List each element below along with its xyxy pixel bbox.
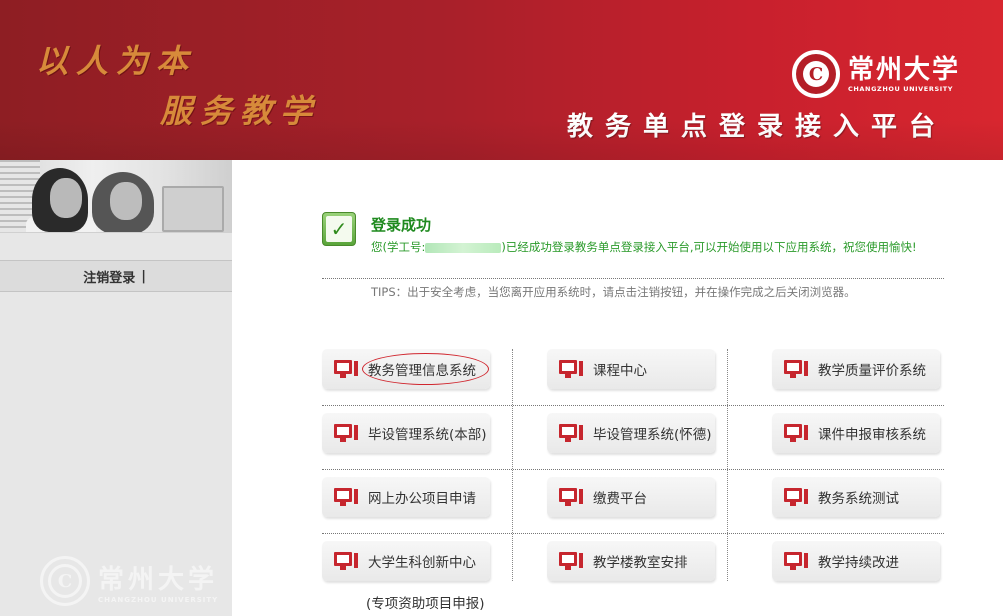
app-button[interactable]: 教学质量评价系统 (772, 349, 940, 389)
sidebar-logout-row: 注销登录 | (0, 260, 232, 292)
university-logo: C 常州大学 CHANGZHOU UNIVERSITY (792, 48, 960, 100)
highlight-circle (362, 353, 489, 385)
logout-link[interactable]: 注销登录 (83, 267, 135, 286)
slogan-line-2: 服务教学 (160, 92, 321, 130)
platform-title: 教务单点登录接入平台 (566, 112, 947, 142)
app-button[interactable]: 网上办公项目申请 (322, 477, 490, 517)
computer-icon (784, 551, 808, 571)
sidebar-band (0, 232, 232, 260)
column-divider (512, 349, 513, 581)
app-button[interactable]: 大学生科创新中心 (322, 541, 490, 581)
app-button[interactable]: 缴费平台 (547, 477, 715, 517)
app-button[interactable]: 教学楼教室安排 (547, 541, 715, 581)
sidebar-watermark-logo: C 常州大学 CHANGZHOU UNIVERSITY (40, 556, 218, 606)
row-divider (322, 533, 944, 534)
watermark-name-cn: 常州大学 (98, 564, 219, 595)
app-button-label: 教学楼教室安排 (593, 555, 688, 571)
computer-icon (334, 359, 358, 379)
computer-icon (784, 423, 808, 443)
slogan-line-1: 以人为本 (36, 42, 197, 80)
app-button[interactable]: 毕设管理系统(怀德) (547, 413, 715, 453)
success-title: 登录成功 (371, 216, 432, 234)
app-button[interactable]: 教学持续改进 (772, 541, 940, 581)
divider (322, 278, 944, 279)
app-button[interactable]: 毕设管理系统(本部) (322, 413, 490, 453)
app-button-label: 大学生科创新中心 (368, 555, 476, 571)
checkmark-icon: ✓ (322, 212, 356, 246)
watermark-name-en: CHANGZHOU UNIVERSITY (98, 595, 219, 604)
computer-icon (559, 487, 583, 507)
university-emblem-icon: C (40, 556, 90, 606)
app-button[interactable]: 课程中心 (547, 349, 715, 389)
separator: | (141, 268, 146, 284)
app-button-label: 缴费平台 (593, 491, 647, 507)
app-button-label: 课程中心 (593, 363, 647, 379)
row-divider (322, 469, 944, 470)
sidebar: 注销登录 | C 常州大学 CHANGZHOU UNIVERSITY (0, 160, 232, 616)
computer-icon (784, 359, 808, 379)
computer-icon (559, 359, 583, 379)
message-body: )已经成功登录教务单点登录接入平台,可以开始使用以下应用系统，祝您使用愉快! (501, 240, 917, 254)
app-button-label: 毕设管理系统(本部) (368, 427, 487, 443)
university-emblem-icon: C (792, 50, 840, 98)
tips-text: TIPS：出于安全考虑，当您离开应用系统时，请点击注销按钮，并在操作完成之后关闭… (371, 285, 856, 299)
app-button-label: 毕设管理系统(怀德) (593, 427, 712, 443)
column-divider (727, 349, 728, 581)
message-prefix: 您(学工号: (371, 240, 426, 254)
redacted-id (425, 242, 502, 253)
app-button[interactable]: 课件申报审核系统 (772, 413, 940, 453)
computer-icon (559, 423, 583, 443)
app-button-label: 教务系统测试 (818, 491, 899, 507)
app-sub-label: (专项资助项目申报) (366, 596, 485, 612)
app-button-label: 教学质量评价系统 (818, 363, 926, 379)
students-photo (0, 160, 232, 232)
computer-icon (334, 487, 358, 507)
computer-icon (334, 551, 358, 571)
computer-icon (784, 487, 808, 507)
success-message: 您(学工号: )已经成功登录教务单点登录接入平台,可以开始使用以下应用系统，祝您使… (371, 236, 961, 258)
app-button-label: 教学持续改进 (818, 555, 899, 571)
computer-icon (559, 551, 583, 571)
header-banner: 以人为本 服务教学 C 常州大学 CHANGZHOU UNIVERSITY 教务… (0, 0, 1003, 160)
university-name-en: CHANGZHOU UNIVERSITY (848, 85, 954, 93)
app-button-label: 网上办公项目申请 (368, 491, 476, 507)
university-name-cn: 常州大学 (848, 55, 961, 85)
app-button[interactable]: 教务系统测试 (772, 477, 940, 517)
row-divider (322, 405, 944, 406)
computer-icon (334, 423, 358, 443)
app-button-label: 课件申报审核系统 (818, 427, 926, 443)
